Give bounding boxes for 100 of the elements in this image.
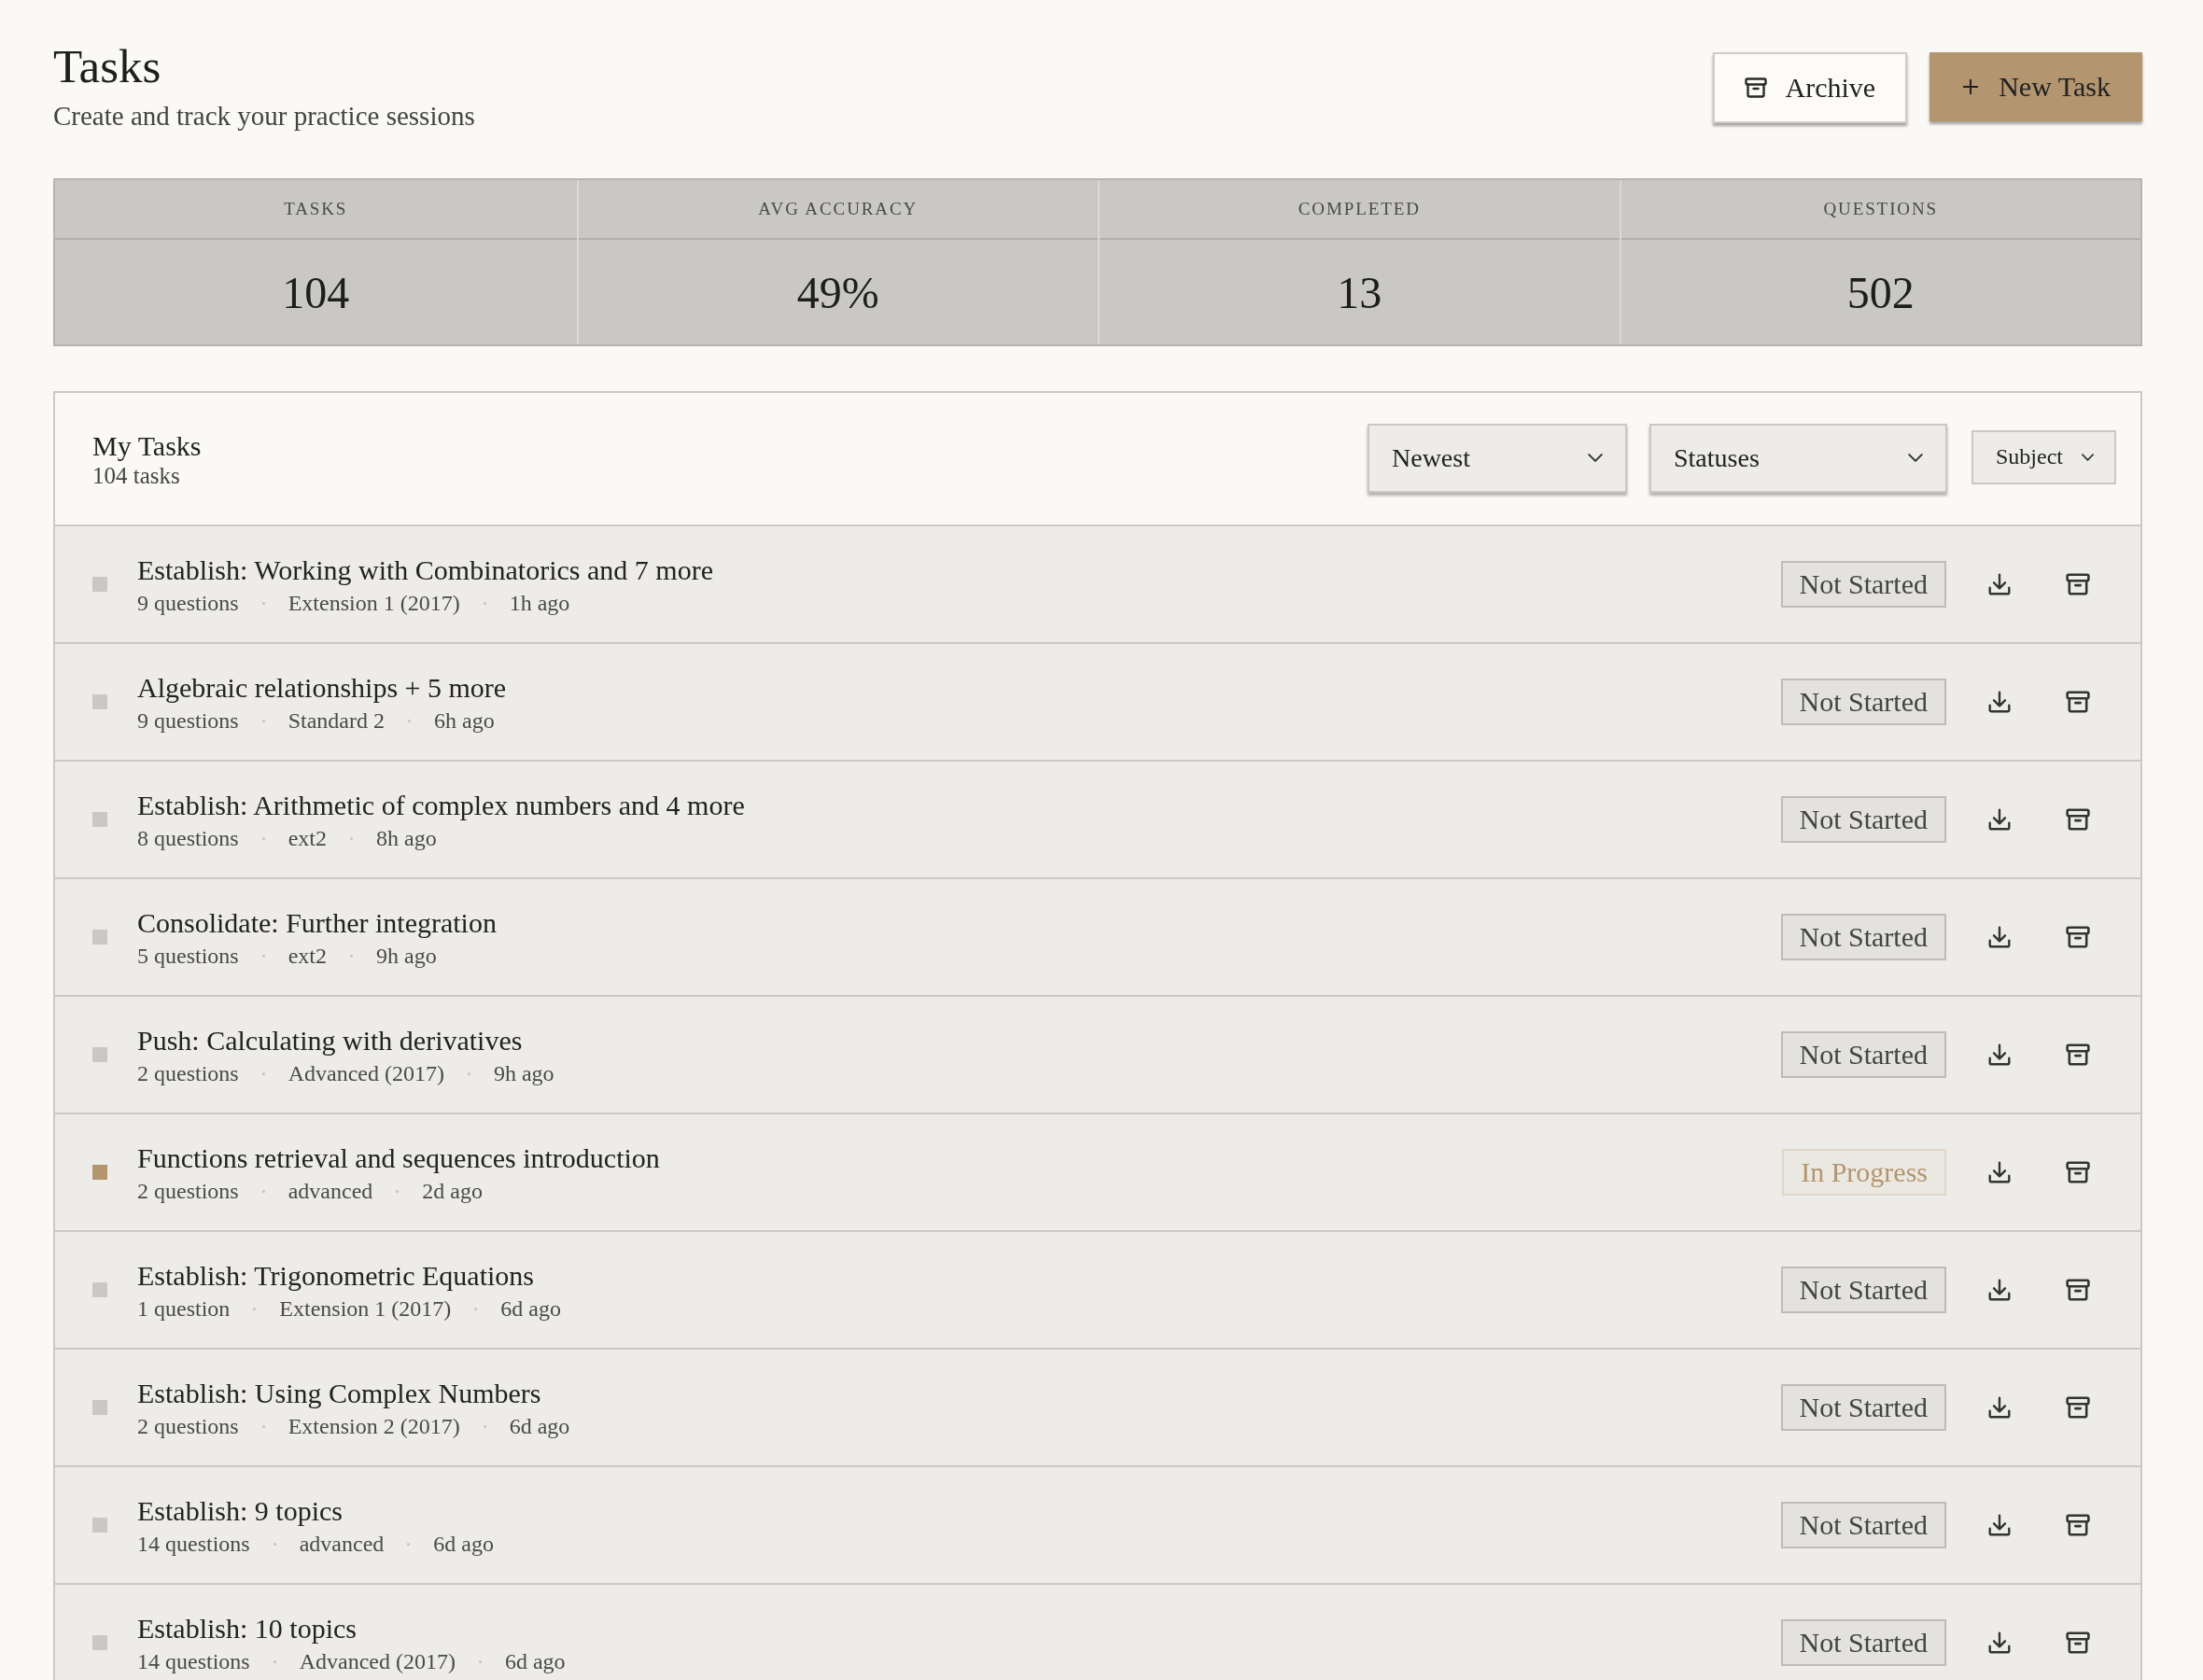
- task-title: Functions retrieval and sequences introduction: [137, 1141, 660, 1175]
- task-meta: 9 questions: [137, 707, 239, 735]
- archive-box-icon: [2066, 926, 2090, 949]
- archive-button[interactable]: Archive: [1712, 52, 1908, 123]
- task-title: Push: Calculating with derivatives: [137, 1023, 523, 1057]
- task-meta: Extension 1 (2017): [288, 590, 460, 618]
- status-badge: Not Started: [1780, 796, 1946, 844]
- task-meta: 5 questions: [137, 943, 239, 971]
- archive-box-icon: [2066, 1161, 2090, 1184]
- task-title: Establish: 10 topics: [137, 1611, 357, 1645]
- task-meta: 2 questions: [137, 1060, 239, 1088]
- task-row[interactable]: Establish: Arithmetic of complex numbers and 4 more 8 questions ext2 8h ago Not Started: [55, 762, 2140, 880]
- download-button[interactable]: [1987, 1631, 2012, 1656]
- stat-value: 104: [281, 266, 351, 319]
- archive-button[interactable]: [2066, 691, 2090, 714]
- task-meta: 1 question: [137, 1295, 231, 1323]
- task-meta: advanced: [288, 1178, 373, 1206]
- task-meta: 1h ago: [509, 590, 570, 618]
- stat-value: 49%: [795, 266, 880, 319]
- download-button[interactable]: [1987, 1278, 2012, 1303]
- plus-icon: [1961, 77, 1981, 96]
- task-meta: 2 questions: [137, 1178, 239, 1206]
- download-button[interactable]: [1987, 1160, 2012, 1185]
- task-row[interactable]: Functions retrieval and sequences introduction 2 questions advanced 2d ago In Progress: [55, 1114, 2140, 1233]
- status-badge: Not Started: [1780, 1502, 1946, 1549]
- new-task-button[interactable]: New Task: [1929, 52, 2142, 121]
- task-meta: 6h ago: [434, 707, 495, 735]
- download-icon: [1987, 1513, 2012, 1538]
- task-meta: ext2: [288, 943, 327, 971]
- download-button[interactable]: [1987, 1513, 2012, 1538]
- download-icon: [1987, 1278, 2012, 1303]
- task-meta: 8 questions: [137, 825, 239, 853]
- stat-label: TASKS: [55, 180, 577, 241]
- status-badge: Not Started: [1780, 1031, 1946, 1079]
- filter-dropdown[interactable]: Statuses: [1649, 423, 1947, 493]
- chevron-down-icon: [1908, 454, 1923, 463]
- task-meta: ext2: [288, 825, 327, 853]
- archive-button[interactable]: [2066, 1043, 2090, 1067]
- archive-button[interactable]: [2066, 1631, 2090, 1655]
- stat-label: QUESTIONS: [1621, 180, 2140, 241]
- task-meta: 9h ago: [376, 943, 437, 971]
- archive-box-icon: [2066, 1043, 2090, 1067]
- task-meta: Advanced (2017): [288, 1060, 444, 1088]
- task-title: Establish: Arithmetic of complex numbers and 4 more: [137, 788, 745, 822]
- task-meta: 2d ago: [422, 1178, 483, 1206]
- task-meta: 6d ago: [504, 1648, 566, 1676]
- task-row[interactable]: Establish: 10 topics 14 questions Advanced (2017) 6d ago Not Started: [55, 1585, 2140, 1680]
- task-row[interactable]: Establish: 9 topics 14 questions advanced 6d ago Not Started: [55, 1467, 2140, 1586]
- task-title: Consolidate: Further integration: [137, 905, 497, 940]
- archive-box-icon: [2066, 573, 2090, 596]
- archive-button[interactable]: [2066, 926, 2090, 949]
- archive-button[interactable]: [2066, 1279, 2090, 1302]
- download-icon: [1987, 1395, 2012, 1421]
- task-meta: 6d ago: [500, 1295, 561, 1323]
- download-icon: [1987, 925, 2012, 950]
- filter-dropdown[interactable]: Subject: [1971, 429, 2116, 484]
- task-meta: 2 questions: [137, 1413, 239, 1441]
- task-title: Establish: Using Complex Numbers: [137, 1376, 541, 1410]
- task-row[interactable]: Establish: Using Complex Numbers 2 questions Extension 2 (2017) 6d ago Not Started: [55, 1350, 2140, 1468]
- download-button[interactable]: [1987, 807, 2012, 833]
- chevron-down-icon: [2082, 453, 2094, 461]
- archive-button[interactable]: [2066, 808, 2090, 832]
- download-button[interactable]: [1987, 690, 2012, 715]
- page-subtitle: Create and track your practice sessions: [53, 99, 475, 133]
- task-meta: advanced: [299, 1531, 385, 1559]
- status-badge: Not Started: [1780, 679, 1946, 726]
- task-meta: Extension 1 (2017): [279, 1295, 452, 1323]
- archive-button[interactable]: [2066, 1396, 2090, 1420]
- status-badge: Not Started: [1780, 1267, 1946, 1314]
- download-icon: [1987, 1043, 2012, 1068]
- download-icon: [1987, 807, 2012, 833]
- stat-label: COMPLETED: [1100, 180, 1620, 241]
- download-button[interactable]: [1987, 1395, 2012, 1421]
- download-button[interactable]: [1987, 572, 2012, 597]
- task-row[interactable]: Push: Calculating with derivatives 2 questions Advanced (2017) 9h ago Not Started: [55, 997, 2140, 1115]
- download-icon: [1987, 1160, 2012, 1185]
- status-badge: Not Started: [1780, 1384, 1946, 1432]
- task-row[interactable]: Consolidate: Further integration 5 questions ext2 9h ago Not Started: [55, 879, 2140, 998]
- stat-label: AVG ACCURACY: [578, 180, 1098, 241]
- archive-box-icon: [2066, 1514, 2090, 1537]
- status-badge: In Progress: [1782, 1149, 1946, 1197]
- task-list-title: My Tasks: [92, 428, 202, 463]
- chevron-down-icon: [1588, 454, 1603, 463]
- task-row[interactable]: Algebraic relationships + 5 more 9 questions Standard 2 6h ago Not Started: [55, 644, 2140, 763]
- task-row[interactable]: Establish: Working with Combinatorics and 7 more 9 questions Extension 1 (2017) 1h ago Not Started: [55, 526, 2140, 645]
- archive-button[interactable]: [2066, 1161, 2090, 1184]
- task-row[interactable]: Establish: Trigonometric Equations 1 question Extension 1 (2017) 6d ago Not Started: [55, 1232, 2140, 1351]
- status-badge: Not Started: [1780, 1619, 1946, 1667]
- archive-box-icon: [2066, 691, 2090, 714]
- filter-dropdown[interactable]: Newest: [1368, 423, 1627, 493]
- page-title: Tasks: [53, 39, 162, 94]
- task-meta: Extension 2 (2017): [288, 1413, 460, 1441]
- archive-button[interactable]: [2066, 573, 2090, 596]
- stat-value: 13: [1336, 266, 1383, 319]
- download-button[interactable]: [1987, 925, 2012, 950]
- task-title: Algebraic relationships + 5 more: [137, 670, 507, 705]
- task-meta: 14 questions: [137, 1531, 250, 1559]
- archive-button[interactable]: [2066, 1514, 2090, 1537]
- download-button[interactable]: [1987, 1043, 2012, 1068]
- download-icon: [1987, 572, 2012, 597]
